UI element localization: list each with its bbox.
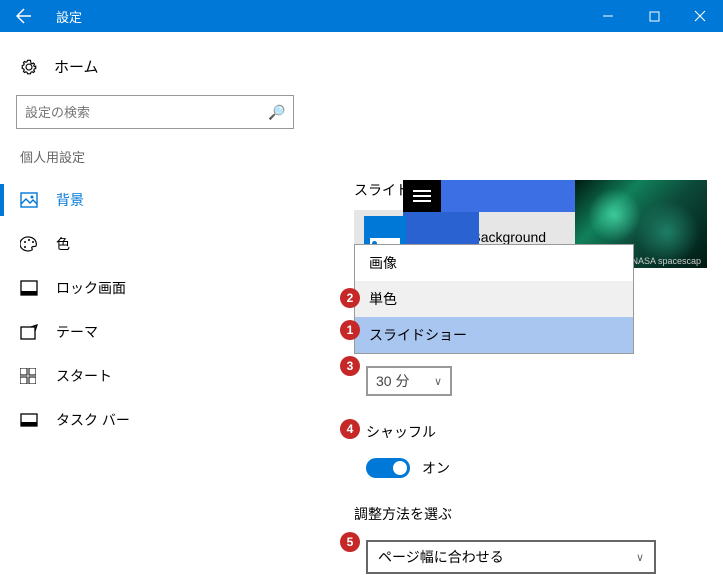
fit-label: 調整方法を選ぶ — [354, 504, 723, 534]
section-label: 個人用設定 — [0, 147, 310, 178]
shuffle-label: シャッフル — [354, 422, 723, 452]
theme-icon — [20, 324, 38, 340]
arrow-left-icon — [16, 8, 32, 24]
shuffle-toggle[interactable] — [366, 458, 410, 478]
sidebar-item-themes[interactable]: テーマ — [0, 310, 310, 354]
sidebar-item-taskbar[interactable]: タスク バー — [0, 398, 310, 442]
fit-value: ページ幅に合わせる — [378, 547, 504, 567]
nav-label: 色 — [56, 234, 70, 254]
window-title: 設定 — [48, 7, 82, 26]
back-button[interactable] — [0, 0, 48, 32]
dropdown-option-slideshow[interactable]: スライドショー — [355, 317, 633, 353]
content-area: ホーム 🔍 個人用設定 背景 色 ロック画面 テーマ スタート タ — [0, 32, 723, 575]
minimize-button[interactable] — [585, 0, 631, 32]
dropdown-option-image[interactable]: 画像 — [355, 245, 633, 281]
preview-credit: NASA spacescap — [631, 256, 701, 266]
gear-icon — [20, 58, 38, 76]
interval-select[interactable]: 30 分 ∨ — [366, 366, 452, 396]
interval-value: 30 分 — [376, 371, 409, 391]
annotation-badge-3: 3 — [340, 356, 360, 376]
sidebar-item-background[interactable]: 背景 — [0, 178, 310, 222]
search-box[interactable]: 🔍 — [16, 95, 294, 129]
lockscreen-icon — [20, 280, 38, 296]
search-icon: 🔍 — [268, 104, 285, 121]
sidebar-item-colors[interactable]: 色 — [0, 222, 310, 266]
nav-label: スタート — [56, 366, 112, 386]
home-link[interactable]: ホーム — [0, 48, 310, 95]
nav-label: タスク バー — [56, 410, 130, 430]
chevron-down-icon: ∨ — [434, 375, 442, 388]
start-icon — [20, 368, 38, 384]
nav-label: ロック画面 — [56, 278, 126, 298]
preview-thumbnail: NASA spacescap — [403, 180, 707, 212]
annotation-badge-4: 4 — [340, 419, 360, 439]
sidebar-item-lockscreen[interactable]: ロック画面 — [0, 266, 310, 310]
annotation-badge-5: 5 — [340, 532, 360, 552]
annotation-badge-1: 1 — [340, 320, 360, 340]
search-input[interactable] — [25, 105, 268, 120]
sidebar-item-start[interactable]: スタート — [0, 354, 310, 398]
minimize-icon — [602, 10, 614, 22]
picture-icon — [20, 192, 38, 208]
close-icon — [694, 10, 706, 22]
chevron-down-icon: ∨ — [636, 551, 644, 564]
maximize-icon — [649, 11, 660, 22]
sidebar: ホーム 🔍 個人用設定 背景 色 ロック画面 テーマ スタート タ — [0, 32, 310, 575]
shuffle-state: オン — [422, 458, 450, 478]
dropdown-option-solid[interactable]: 単色 — [355, 281, 633, 317]
titlebar: 設定 — [0, 0, 723, 32]
annotation-badge-2: 2 — [340, 288, 360, 308]
nav-label: 背景 — [56, 190, 84, 210]
main-panel: NASA spacescap 画像 単色 スライドショー 1 スライドショーのア… — [310, 32, 723, 575]
close-button[interactable] — [677, 0, 723, 32]
nav-label: テーマ — [56, 322, 98, 342]
preview-start-icon — [403, 180, 441, 212]
palette-icon — [20, 236, 38, 252]
background-type-dropdown[interactable]: 画像 単色 スライドショー — [354, 244, 634, 354]
taskbar-icon — [20, 413, 38, 427]
fit-select[interactable]: ページ幅に合わせる ∨ — [366, 540, 656, 574]
maximize-button[interactable] — [631, 0, 677, 32]
home-label: ホーム — [54, 56, 99, 77]
